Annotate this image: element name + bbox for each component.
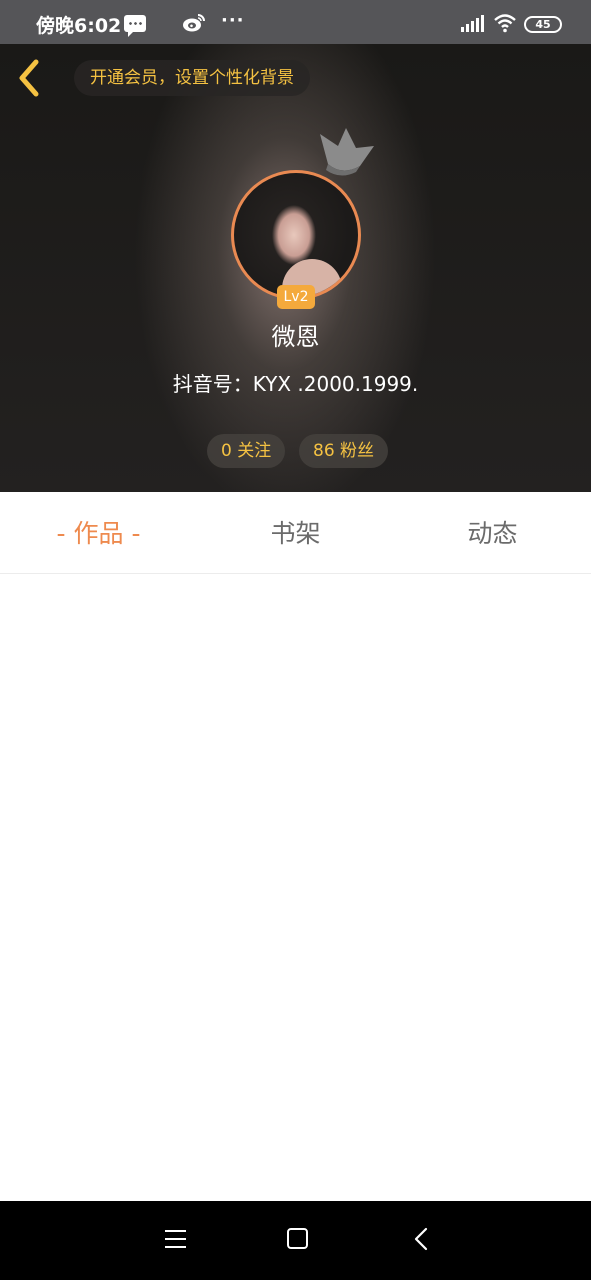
douyin-id: 抖音号：KYX .2000.1999. (172, 372, 419, 396)
home-icon[interactable] (287, 1228, 308, 1249)
menu-icon[interactable] (165, 1229, 186, 1249)
tab-activity[interactable]: 动态 (394, 492, 591, 574)
status-bar: 傍晚6:02 ··· 45 (0, 0, 591, 44)
works-content-area (0, 575, 591, 1201)
weibo-icon (183, 14, 205, 32)
message-icon (124, 15, 146, 37)
crown-icon (320, 128, 374, 176)
chevron-left-icon[interactable] (14, 58, 46, 98)
avatar[interactable] (231, 170, 361, 300)
followers-count[interactable]: 86 粉丝 (299, 434, 389, 468)
following-count[interactable]: 0 关注 (207, 434, 286, 468)
wifi-icon (494, 14, 516, 33)
signal-icon (461, 15, 484, 32)
vip-banner[interactable]: 开通会员，设置个性化背景 (74, 60, 310, 96)
profile-header: 开通会员，设置个性化背景 Lv2 微恩 抖音号：KYX .2000.1999. … (0, 44, 591, 492)
battery-icon: 45 (524, 16, 562, 33)
tab-bar: - 作品 - 书架 动态 (0, 492, 591, 574)
profile-name: 微恩 (271, 323, 320, 351)
more-icon: ··· (221, 10, 245, 31)
level-badge: Lv2 (277, 285, 315, 309)
back-icon[interactable] (413, 1227, 429, 1251)
status-time: 傍晚6:02 (36, 15, 122, 37)
system-nav-bar (0, 1201, 591, 1280)
tab-bookshelf[interactable]: 书架 (197, 492, 394, 574)
tab-works[interactable]: - 作品 - (0, 492, 197, 574)
